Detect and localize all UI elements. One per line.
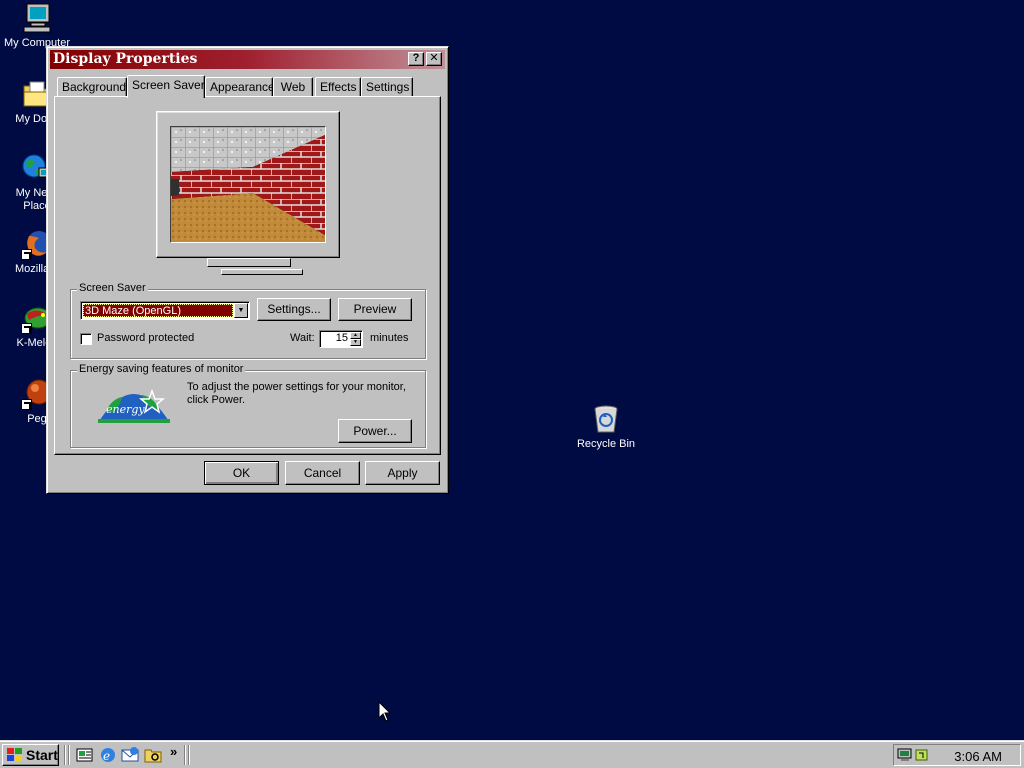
maze-preview-image	[171, 127, 325, 242]
spin-up-icon[interactable]: ▲	[350, 332, 361, 339]
display-settings-tray-icon[interactable]	[897, 747, 913, 766]
screensaver-selected-value: 3D Maze (OpenGL)	[83, 304, 233, 317]
tab-web[interactable]: Web	[273, 77, 313, 97]
wait-minutes-stepper[interactable]: 15 ▲ ▼	[319, 330, 363, 348]
show-desktop-icon[interactable]	[76, 746, 94, 767]
screen-saver-group-label: Screen Saver	[77, 282, 148, 294]
taskbar-separator	[188, 745, 190, 765]
energy-description: To adjust the power settings for your mo…	[187, 381, 406, 406]
tab-background[interactable]: Background	[57, 77, 127, 97]
tab-label: Effects	[320, 80, 357, 94]
desktop-icon-recycle-bin[interactable]: Recycle Bin	[569, 403, 643, 451]
power-button[interactable]: Power...	[338, 419, 412, 443]
screensaver-preview-screen	[170, 126, 326, 243]
window-title: Display Properties	[53, 51, 198, 67]
spin-down-icon[interactable]: ▼	[350, 339, 361, 346]
desktop-icon-my-computer[interactable]: My Computer	[0, 2, 74, 50]
cancel-button[interactable]: Cancel	[285, 461, 360, 485]
recycle-bin-icon	[590, 403, 622, 435]
title-bar[interactable]: Display Properties ? ✕	[50, 50, 445, 69]
start-label: Start	[26, 747, 58, 763]
help-icon: ?	[412, 52, 420, 64]
password-protected-label: Password protected	[97, 332, 195, 344]
taskbar-separator	[68, 745, 70, 765]
dropdown-arrow-icon[interactable]: ▼	[234, 303, 248, 318]
energy-logo-text: energy	[106, 403, 145, 416]
windows-explorer-icon[interactable]	[144, 746, 162, 767]
taskbar: Start e » 3:06 AM	[0, 740, 1024, 768]
tab-settings[interactable]: Settings	[361, 77, 413, 97]
computer-icon	[21, 2, 53, 34]
volume-tray-icon[interactable]	[914, 747, 930, 766]
start-button[interactable]: Start	[2, 744, 59, 766]
system-tray: 3:06 AM	[893, 744, 1021, 766]
tab-screen-saver[interactable]: Screen Saver	[127, 75, 205, 98]
svg-text:e: e	[103, 749, 110, 763]
energy-star-logo: energy	[98, 381, 170, 425]
tab-label: Screen Saver	[132, 78, 205, 92]
help-button[interactable]: ?	[408, 52, 424, 66]
monitor-stand	[207, 258, 291, 267]
screensaver-settings-button[interactable]: Settings...	[257, 298, 331, 321]
shortcut-arrow-icon	[21, 249, 32, 260]
windows-logo-icon	[7, 748, 23, 768]
desktop-icon-label: Recycle Bin	[576, 438, 636, 450]
energy-saving-group-label: Energy saving features of monitor	[77, 363, 246, 375]
monitor-preview	[156, 111, 340, 258]
clock[interactable]: 3:06 AM	[954, 749, 1002, 764]
mouse-cursor-icon	[378, 700, 392, 725]
wait-value[interactable]: 15	[322, 332, 348, 344]
internet-explorer-icon[interactable]: e	[99, 746, 117, 767]
outlook-express-icon[interactable]	[121, 746, 139, 767]
tab-label: Web	[280, 80, 306, 94]
monitor-base	[221, 269, 303, 275]
wait-label: Wait:	[290, 332, 315, 344]
ok-button[interactable]: OK	[204, 461, 279, 485]
tab-label: Settings	[366, 80, 410, 94]
taskbar-separator	[64, 745, 66, 765]
preview-button[interactable]: Preview	[338, 298, 412, 321]
tab-appearance[interactable]: Appearance	[205, 77, 275, 97]
shortcut-arrow-icon	[21, 323, 32, 334]
tab-label: Background	[62, 80, 127, 94]
apply-button[interactable]: Apply	[365, 461, 440, 485]
shortcut-arrow-icon	[21, 399, 32, 410]
tab-effects[interactable]: Effects	[315, 77, 361, 97]
tab-label: Appearance	[210, 80, 275, 94]
password-protected-checkbox[interactable]	[80, 333, 92, 345]
wait-unit-label: minutes	[370, 332, 409, 344]
screensaver-select[interactable]: 3D Maze (OpenGL) ▼	[80, 301, 250, 320]
close-button[interactable]: ✕	[426, 52, 442, 66]
close-icon: ✕	[429, 52, 439, 64]
taskbar-separator	[184, 745, 186, 765]
quicklaunch-more-button[interactable]: »	[170, 744, 177, 759]
